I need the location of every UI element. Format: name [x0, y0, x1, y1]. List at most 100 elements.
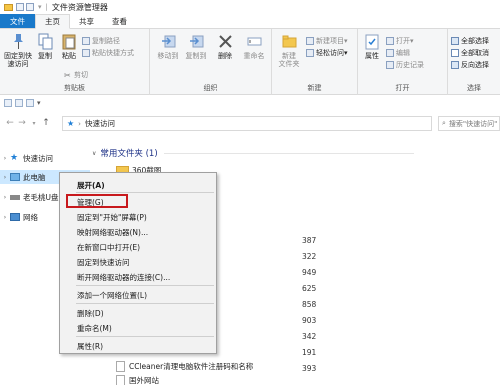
history-button[interactable]: 历史记录: [386, 59, 424, 70]
menu-item-open-new-window[interactable]: 在新窗口中打开(E): [77, 242, 140, 253]
paste-button[interactable]: 粘贴: [60, 33, 78, 60]
new-item-button[interactable]: 新建项目 ▾: [306, 35, 348, 46]
copy-icon: [38, 33, 52, 50]
open-button[interactable]: 打开 ▾: [386, 35, 414, 46]
nav-item-quick-access[interactable]: › ★ 快速访问: [0, 151, 90, 165]
select-group-label: 选择: [467, 84, 481, 92]
menu-item-manage[interactable]: 管理(G): [77, 197, 104, 208]
select-none-button[interactable]: 全部取消: [451, 47, 489, 58]
file-number: 625: [302, 284, 317, 293]
document-icon: [116, 361, 125, 372]
copy-to-button[interactable]: 复制到: [184, 33, 208, 60]
search-box[interactable]: ⌕ 搜索"快速访问": [438, 116, 500, 131]
collapse-chevron-icon[interactable]: ∨: [92, 150, 96, 157]
new-folder-toolbar-icon[interactable]: [15, 98, 23, 107]
new-folder-label: 新建 文件夹: [278, 52, 300, 68]
forward-arrow-icon[interactable]: →: [16, 118, 28, 128]
properties-toolbar-icon[interactable]: [4, 98, 12, 107]
menu-item-add-network-location[interactable]: 添加一个网络位置(L): [77, 290, 147, 301]
paste-icon: [62, 34, 75, 50]
copy-path-button[interactable]: 复制路径: [82, 35, 120, 46]
pin-to-quick-access-button[interactable]: 固定到快 速访问: [3, 33, 33, 68]
new-item-dropdown-icon: ▾: [344, 36, 348, 45]
easy-access-button[interactable]: 轻松访问 ▾: [306, 47, 348, 58]
cut-button[interactable]: ✂ 剪切: [64, 69, 88, 80]
open-label: 打开: [396, 36, 410, 45]
context-menu: 展开(A) 管理(G) 固定到"开始"屏幕(P) 映射网络驱动器(N)... 在…: [59, 172, 217, 354]
copy-to-label: 复制到: [185, 52, 207, 60]
menu-item-disconnect-network-drive[interactable]: 断开网络驱动器的连接(C)...: [77, 272, 170, 283]
organize-group-label: 组织: [203, 84, 218, 92]
paste-shortcut-icon: [82, 48, 90, 57]
new-item-label: 新建项目: [316, 36, 344, 45]
tab-file[interactable]: 文件: [0, 14, 35, 28]
open-icon: [386, 36, 394, 45]
menu-item-delete[interactable]: 删除(D): [77, 308, 104, 319]
delete-label: 删除: [218, 52, 232, 60]
tab-home[interactable]: 主页: [35, 14, 70, 29]
file-number: 903: [302, 316, 317, 325]
edit-button[interactable]: 编辑: [386, 47, 410, 58]
menu-item-pin-to-start[interactable]: 固定到"开始"屏幕(P): [77, 212, 147, 223]
new-group: 新建 文件夹 新建项目 ▾ 轻松访问 ▾ 新建: [272, 29, 358, 95]
rename-icon: [247, 37, 261, 46]
menu-item-map-network-drive[interactable]: 映射网络驱动器(N)...: [77, 227, 148, 238]
undo-toolbar-icon[interactable]: [26, 98, 34, 107]
rename-label: 重命名: [243, 52, 265, 60]
new-folder-icon: [282, 35, 296, 48]
menu-item-expand[interactable]: 展开(A): [77, 180, 105, 191]
history-icon: [386, 60, 394, 69]
delete-x-icon: [218, 35, 232, 48]
copy-path-label: 复制路径: [92, 36, 120, 45]
menu-item-properties[interactable]: 属性(R): [77, 341, 103, 352]
usb-drive-icon: [10, 194, 20, 200]
breadcrumb-chevron-icon[interactable]: ›: [78, 120, 81, 128]
address-bar[interactable]: ★ › 快速访问: [62, 116, 432, 131]
file-item-foreign-sites[interactable]: 国外网站: [116, 375, 159, 385]
menu-item-pin-quick-access[interactable]: 固定到快速访问: [77, 257, 130, 268]
expand-arrow-icon[interactable]: ›: [0, 174, 10, 181]
file-number: 191: [302, 348, 317, 357]
expand-arrow-icon[interactable]: ›: [0, 214, 10, 221]
menu-separator: [76, 285, 214, 286]
move-to-button[interactable]: 移动到: [156, 33, 180, 60]
computer-icon: [10, 173, 20, 181]
pin-label: 固定到快 速访问: [4, 52, 32, 68]
title-bar: ▾ | 文件资源管理器: [0, 0, 500, 14]
back-arrow-icon[interactable]: ←: [4, 118, 16, 128]
file-number: 322: [302, 252, 317, 261]
file-number: 387: [302, 236, 317, 245]
menu-item-rename[interactable]: 重命名(M): [77, 323, 112, 334]
properties-quick-icon[interactable]: [16, 3, 24, 11]
frequent-folders-header[interactable]: ∨ 常用文件夹 (1): [92, 147, 414, 159]
select-all-label: 全部选择: [461, 36, 489, 45]
paste-label: 粘贴: [62, 52, 76, 60]
easy-access-label: 轻松访问: [316, 48, 344, 57]
properties-label: 属性: [365, 52, 379, 60]
copy-button[interactable]: 复制: [36, 33, 54, 60]
new-folder-quick-icon[interactable]: [26, 3, 34, 11]
toolbar-dropdown-icon[interactable]: ▾: [37, 99, 41, 107]
ribbon: 固定到快 速访问 复制 粘贴 复制路径 粘贴快捷方式 ✂ 剪切 剪贴板 移动到: [0, 29, 500, 95]
history-label: 历史记录: [396, 60, 424, 69]
expand-arrow-icon[interactable]: ›: [0, 155, 10, 162]
network-icon: [10, 213, 20, 221]
recent-dropdown-icon[interactable]: ▾: [28, 120, 40, 127]
delete-button[interactable]: 删除: [216, 33, 234, 60]
select-all-button[interactable]: 全部选择: [451, 35, 489, 46]
invert-selection-button[interactable]: 反向选择: [451, 59, 489, 70]
select-none-label: 全部取消: [461, 48, 489, 57]
tab-share[interactable]: 共享: [70, 14, 103, 28]
rename-button[interactable]: 重命名: [240, 33, 268, 60]
properties-button[interactable]: 属性: [362, 33, 382, 60]
file-item-ccleaner[interactable]: CCleaner清理电脑软件注册码和名称: [116, 361, 253, 372]
dropdown-icon[interactable]: ▾: [38, 3, 42, 11]
nav-label: 快速访问: [23, 153, 53, 163]
paste-shortcut-button[interactable]: 粘贴快捷方式: [82, 47, 134, 58]
new-item-icon: [306, 36, 314, 45]
tab-view[interactable]: 查看: [103, 14, 136, 28]
expand-arrow-icon[interactable]: ›: [0, 194, 10, 201]
up-arrow-icon[interactable]: ↑: [40, 118, 52, 128]
new-folder-button[interactable]: 新建 文件夹: [276, 33, 302, 68]
quick-access-toolbar: ▾: [0, 95, 500, 110]
